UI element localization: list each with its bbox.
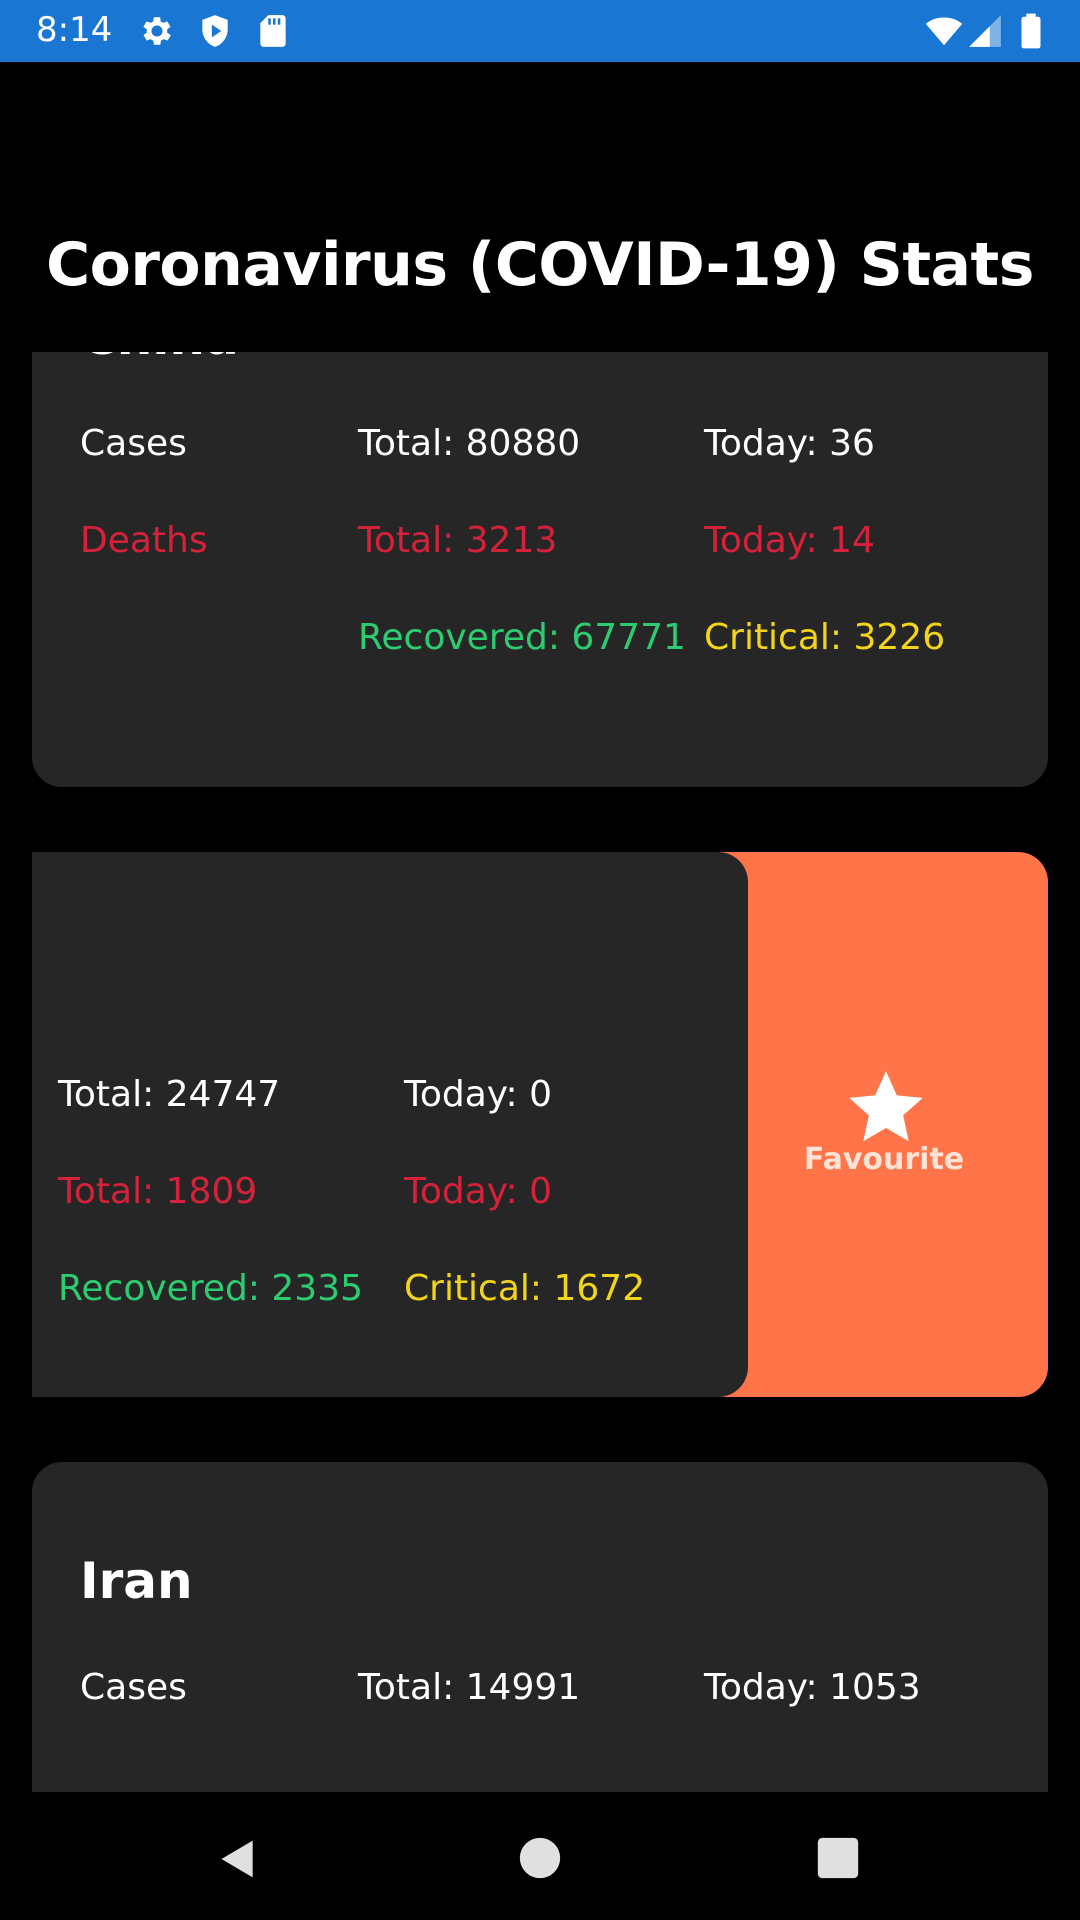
country-name: China — [80, 352, 239, 366]
star-icon — [849, 1071, 923, 1142]
cases-label: Cases — [80, 423, 187, 464]
cases-total: Total: 80880 — [358, 423, 581, 464]
deaths-today: Today: 0 — [404, 1171, 552, 1212]
stats-list[interactable]: China Cases Total: 80880 Today: 36 Death… — [0, 352, 1080, 1792]
home-icon[interactable] — [518, 1836, 562, 1880]
critical-count: Critical: 1672 — [404, 1268, 646, 1309]
favourite-label: Favourite — [803, 1142, 965, 1177]
status-bar: 8:14 — [0, 0, 1080, 62]
deaths-total: Total: 3213 — [358, 520, 558, 561]
signal-icon — [969, 15, 1001, 47]
recents-icon[interactable] — [816, 1836, 860, 1880]
recovered-count: Recovered: 2335 — [58, 1268, 364, 1309]
deaths-today: Today: 14 — [704, 520, 875, 561]
wifi-icon — [925, 17, 963, 46]
back-icon[interactable] — [216, 1836, 260, 1882]
battery-icon — [1021, 13, 1041, 49]
country-name: Iran — [80, 1552, 193, 1610]
deaths-total: Total: 1809 — [58, 1171, 258, 1212]
status-time: 8:14 — [36, 10, 113, 50]
country-card-iran[interactable]: Iran Cases Total: 14991 Today: 1053 ​ — [32, 1462, 1048, 1792]
navigation-bar — [0, 1792, 1080, 1920]
cases-label: Cases — [80, 1667, 187, 1708]
cases-today: Today: 36 — [704, 423, 875, 464]
cases-today: Today: 0 — [404, 1074, 552, 1115]
cases-total: Total: 14991 — [358, 1667, 581, 1708]
shield-icon — [202, 15, 228, 47]
page-title: Coronavirus (COVID-19) Stats — [46, 230, 1034, 300]
deaths-label: Deaths — [80, 520, 208, 561]
cases-today: Today: 1053 — [704, 1667, 921, 1708]
favourite-swipe-action[interactable]: Favourite — [720, 852, 1048, 1397]
cases-total: Total: 24747 — [58, 1074, 281, 1115]
recovered-count: Recovered: 67771 — [358, 617, 686, 658]
country-card-swiped[interactable]: Total: 24747 Today: 0 Total: 1809 Today:… — [32, 852, 748, 1397]
gear-icon — [143, 17, 171, 45]
critical-count: Critical: 3226 — [704, 617, 946, 658]
sd-card-icon — [260, 15, 286, 47]
country-card-china[interactable]: China Cases Total: 80880 Today: 36 Death… — [32, 352, 1048, 787]
